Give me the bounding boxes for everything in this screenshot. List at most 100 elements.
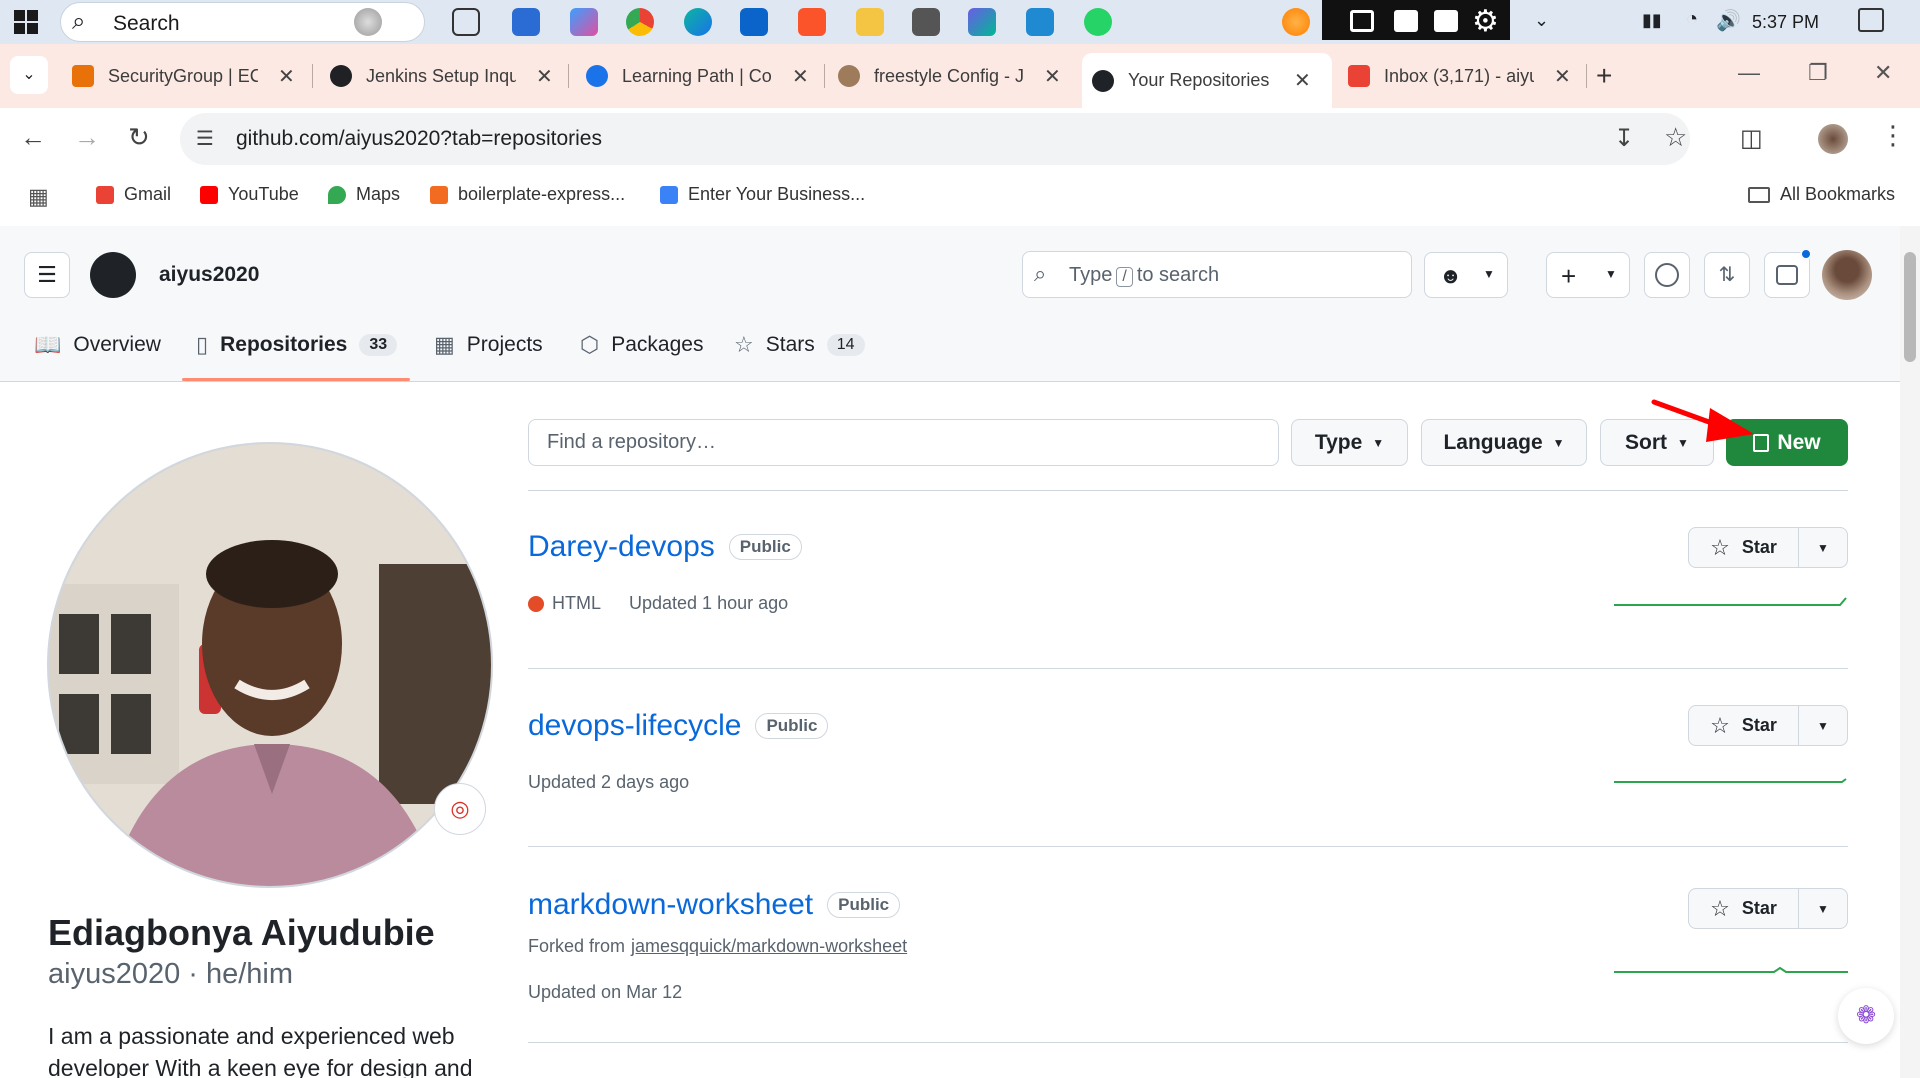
bookmark-enter-business[interactable]: Enter Your Business... [660,184,865,205]
chrome-menu-icon[interactable]: ⋮ [1880,120,1906,151]
taskbar-edge-icon[interactable] [684,8,712,36]
tab-close-icon[interactable]: ✕ [1044,64,1061,89]
site-info-icon[interactable]: ☰ [196,126,214,151]
star-button[interactable]: ☆ Star [1689,706,1799,745]
tab-inbox[interactable]: Inbox (3,171) - aiyu ✕ [1348,53,1571,99]
pull-requests-button[interactable]: ⇅ [1704,252,1750,298]
restore-button[interactable]: ❐ [1808,60,1828,86]
settings-gear-icon[interactable]: ⚙ [1472,4,1499,39]
forked-from-line: Forked from jamesqquick/markdown-workshe… [528,936,907,957]
bookmark-label: Maps [356,184,401,204]
profile-avatar-small[interactable] [1818,124,1848,154]
book-icon: 📖 [34,332,62,357]
language-filter-button[interactable]: Language ▼ [1421,419,1587,466]
taskbar-store-icon[interactable] [512,8,540,36]
github-logo-icon[interactable] [90,252,136,298]
active-tab-underline [182,378,410,381]
bookmark-maps[interactable]: Maps [328,184,400,205]
tab-close-icon[interactable]: ✕ [792,64,809,89]
taskbar-app2-icon[interactable] [968,8,996,36]
star-icon: ☆ [1710,534,1730,560]
taskbar-whatsapp-icon[interactable] [1084,8,1112,36]
new-tab-button[interactable]: + [1596,60,1612,92]
find-repository-input[interactable] [528,419,1279,466]
star-button[interactable]: ☆ Star [1689,889,1799,928]
bookmark-star-icon[interactable]: ☆ [1664,122,1687,153]
profile-login-pronouns: aiyus2020 · he/him [48,958,294,990]
tab-stars[interactable]: ☆ Stars 14 [734,332,865,358]
tab-your-repositories[interactable]: Your Repositories ✕ [1082,53,1332,108]
taskbar-clock[interactable]: 5:37 PM [1752,12,1819,33]
tab-packages[interactable]: ⬡ Packages [580,332,703,358]
taskbar-app-icon[interactable] [912,8,940,36]
business-app-icon [660,185,678,204]
repo-name-link[interactable]: devops-lifecycle [528,709,741,743]
star-list-dropdown[interactable]: ▼ [1799,706,1847,745]
star-button-group: ☆ Star ▼ [1688,888,1848,929]
aws-favicon-icon [72,65,94,87]
tab-separator [1586,64,1587,88]
tab-projects[interactable]: ▦ Projects [434,332,543,358]
video-icon[interactable] [1394,10,1418,32]
bookmark-youtube[interactable]: YouTube [200,184,299,205]
tray-chevron-icon[interactable]: ⌄ [1534,10,1549,31]
tab-jenkins-setup[interactable]: Jenkins Setup Inqu ✕ [330,53,553,99]
tab-securitygroup[interactable]: SecurityGroup | EC ✕ [72,53,295,99]
taskbar-task-view-icon[interactable] [452,8,480,36]
profile-full-name: Ediagbonya Aiyudubie [48,912,435,953]
windows-start-icon[interactable] [14,10,38,34]
taskbar-explorer-icon[interactable] [856,8,884,36]
volume-icon[interactable]: 🔊 [1716,8,1741,33]
tab-overview[interactable]: 📖 Overview [34,332,161,358]
reload-icon[interactable]: ↻ [128,122,150,153]
window-icon[interactable] [1434,10,1458,32]
tab-freestyle-config[interactable]: freestyle Config - J ✕ [838,53,1061,99]
back-arrow-icon[interactable]: ← [20,122,46,153]
tab-close-icon[interactable]: ✕ [1554,64,1571,89]
taskbar-chrome-icon[interactable] [626,8,654,36]
minimize-button[interactable]: — [1738,60,1760,86]
status-emoji-button[interactable]: ◎ [434,783,486,835]
close-window-button[interactable]: ✕ [1874,60,1892,86]
apps-grid-icon[interactable]: ▦ [28,184,49,210]
repo-updated: Updated on Mar 12 [528,982,683,1002]
url-text[interactable]: github.com/aiyus2020?tab=repositories [236,127,602,151]
repo-name-link[interactable]: markdown-worksheet [528,888,813,922]
tab-search-dropdown[interactable]: ⌄ [10,56,48,94]
repo-name-link[interactable]: Darey-devops [528,530,715,564]
bookmark-gmail[interactable]: Gmail [96,184,171,205]
hamburger-menu-button[interactable]: ☰ [24,252,70,298]
camera-icon[interactable] [1350,10,1374,32]
forward-arrow-icon[interactable]: → [74,122,100,153]
forked-from-link[interactable]: jamesqquick/markdown-worksheet [631,936,907,957]
extensions-puzzle-icon[interactable]: ◫ [1740,124,1763,153]
header-username[interactable]: aiyus2020 [159,263,259,287]
issues-button[interactable] [1644,252,1690,298]
taskbar-outlook-icon[interactable] [740,8,768,36]
notification-center-icon[interactable] [1858,8,1884,32]
star-button[interactable]: ☆ Star [1689,528,1799,567]
copilot-button[interactable]: ☻ ▼ [1424,252,1508,298]
taskbar-vscode-icon[interactable] [1026,8,1054,36]
tab-close-icon[interactable]: ✕ [278,64,295,89]
scrollbar-thumb[interactable] [1904,252,1916,362]
taskbar-brave-icon[interactable] [798,8,826,36]
create-new-button[interactable]: + ▼ [1546,252,1630,298]
star-list-dropdown[interactable]: ▼ [1799,889,1847,928]
tab-close-icon[interactable]: ✕ [1294,68,1311,93]
bookmark-boilerplate[interactable]: boilerplate-express... [430,184,625,205]
taskbar-copilot-icon[interactable] [570,8,598,36]
tab-learning-path[interactable]: Learning Path | Col ✕ [586,53,809,99]
all-bookmarks[interactable]: All Bookmarks [1748,184,1895,205]
tab-title: Jenkins Setup Inqu [366,65,516,86]
tab-close-icon[interactable]: ✕ [536,64,553,89]
floating-assistant-button[interactable]: ❁ [1838,988,1894,1044]
visibility-badge: Public [728,534,802,560]
taskbar-widget-icon[interactable] [354,8,382,36]
tab-repositories[interactable]: ▯ Repositories 33 [196,332,398,358]
type-filter-button[interactable]: Type ▼ [1291,419,1408,466]
profile-photo[interactable] [47,442,493,888]
install-app-icon[interactable]: ↧ [1614,124,1634,153]
user-avatar[interactable] [1822,250,1872,300]
star-list-dropdown[interactable]: ▼ [1799,528,1847,567]
